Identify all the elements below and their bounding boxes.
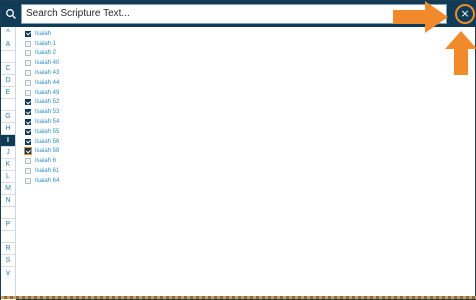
list-item-label: Isaiah (35, 30, 52, 37)
list-item[interactable]: Isaiah 52 (25, 98, 225, 108)
list-item[interactable]: Isaiah 61 (25, 166, 225, 176)
list-item-label: Isaiah 56 (35, 138, 60, 145)
list-item-label: Isaiah 44 (35, 79, 60, 86)
search-input[interactable]: Search Scripture Text... (21, 4, 447, 24)
search-icon (6, 9, 16, 19)
list-item-label: Isaiah 55 (35, 128, 60, 135)
list-item[interactable]: Isaiah 64 (25, 176, 225, 186)
list-item[interactable]: Isaiah 6 (25, 156, 225, 166)
index-letter-e[interactable]: E (1, 87, 15, 99)
close-button[interactable]: × (455, 4, 475, 24)
list-item-label: Isaiah 43 (35, 70, 60, 77)
checkbox[interactable] (25, 40, 31, 47)
checkbox[interactable] (25, 138, 31, 145)
arrow-right-annotation (393, 1, 448, 33)
list-item[interactable]: Isaiah 40 (25, 58, 225, 68)
index-letter-d[interactable]: D (1, 75, 15, 87)
list-item-label: Isaiah 54 (35, 119, 60, 126)
index-letter-j[interactable]: J (1, 147, 15, 159)
checkbox[interactable] (25, 168, 31, 175)
index-letter-r[interactable]: R (1, 243, 15, 255)
list-item[interactable]: Isaiah 58 (24, 147, 225, 157)
index-letter-h[interactable]: H (1, 123, 15, 135)
index-letter-s[interactable]: S (1, 255, 15, 267)
index-letter-g[interactable]: G (1, 111, 15, 123)
index-letter-i[interactable]: I (1, 135, 15, 147)
checkbox[interactable] (25, 30, 31, 37)
checkbox[interactable] (24, 147, 32, 156)
list-item-label: Isaiah 2 (35, 50, 57, 57)
list-item[interactable]: Isaiah 49 (25, 88, 225, 98)
book-checklist: Isaiah Isaiah 1 Isaiah 2 Isaiah 40 Isaiah 43… (24, 29, 225, 186)
chevron-up-icon[interactable]: ^ (1, 27, 15, 39)
checkbox[interactable] (25, 177, 31, 184)
checkbox[interactable] (25, 50, 31, 57)
index-letter-m[interactable]: M (1, 183, 15, 195)
close-icon: × (460, 7, 470, 20)
list-item-label: Isaiah 52 (35, 99, 60, 106)
checkbox[interactable] (25, 109, 31, 116)
checkbox[interactable] (25, 119, 31, 126)
checkbox[interactable] (25, 89, 31, 96)
index-letter-a[interactable]: A (1, 39, 15, 51)
checkbox[interactable] (25, 99, 31, 106)
list-item[interactable]: Isaiah 56 (25, 137, 225, 147)
checkbox[interactable] (25, 79, 31, 86)
list-item[interactable]: Isaiah 55 (25, 127, 225, 137)
search-panel: Search Scripture Text... × ^ ACDEGHIJKLM… (0, 0, 476, 300)
list-item[interactable]: Isaiah (25, 29, 225, 39)
bottom-border-strip (1, 296, 476, 299)
index-letter-empty (1, 231, 15, 243)
list-item[interactable]: Isaiah 54 (25, 117, 225, 127)
checkbox[interactable] (25, 60, 31, 67)
index-letter-k[interactable]: K (1, 159, 15, 171)
list-item-label: Isaiah 1 (35, 40, 57, 47)
list-item-label: Isaiah 40 (35, 60, 60, 67)
list-item-label: Isaiah 49 (35, 89, 60, 96)
index-letter-empty (1, 51, 15, 63)
index-letter-l[interactable]: L (1, 171, 15, 183)
index-letter-p[interactable]: P (1, 219, 15, 231)
checkbox[interactable] (25, 70, 31, 77)
index-letter-c[interactable]: C (1, 63, 15, 75)
chevron-down-icon[interactable]: v (1, 267, 15, 279)
list-item[interactable]: Isaiah 2 (25, 49, 225, 59)
alphabet-index: ^ ACDEGHIJKLMNPRS v (1, 27, 16, 300)
list-item-label: Isaiah 6 (35, 158, 57, 165)
checkbox[interactable] (25, 128, 31, 135)
index-letter-n[interactable]: N (1, 195, 15, 207)
search-button[interactable] (1, 1, 21, 27)
arrow-up-annotation (445, 31, 476, 75)
index-letter-empty (1, 99, 15, 111)
list-item[interactable]: Isaiah 44 (25, 78, 225, 88)
list-item-label: Isaiah 53 (35, 109, 60, 116)
list-item[interactable]: Isaiah 43 (25, 68, 225, 78)
list-item[interactable]: Isaiah 1 (25, 39, 225, 49)
list-item-label: Isaiah 58 (35, 148, 60, 155)
index-letter-empty (1, 207, 15, 219)
list-item[interactable]: Isaiah 53 (25, 107, 225, 117)
list-item-label: Isaiah 64 (35, 177, 60, 184)
list-item-label: Isaiah 61 (35, 168, 60, 175)
checkbox[interactable] (25, 158, 31, 165)
